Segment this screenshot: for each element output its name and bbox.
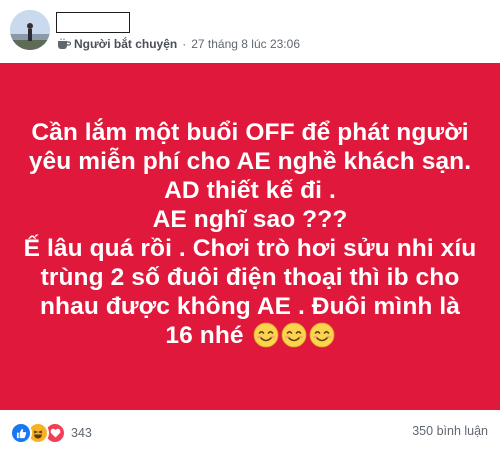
reaction-count[interactable]: 343 <box>71 426 92 440</box>
post-line: AD thiết kế đi . <box>164 177 336 204</box>
post-line: AE nghĩ sao ??? <box>152 206 348 233</box>
post-meta: Người bắt chuyện · 27 tháng 8 lúc 23:06 <box>57 36 300 52</box>
smiling-face-icon <box>281 322 306 348</box>
post-text: Cần lắm một buổi OFF để phát người yêu m… <box>0 118 500 350</box>
author-role: Người bắt chuyện <box>74 37 178 51</box>
comment-count[interactable]: 350 bình luận <box>412 424 488 438</box>
post-line: 16 nhé <box>165 322 244 349</box>
post-last-line: 16 nhé <box>0 321 500 350</box>
meta-separator: · <box>182 37 187 51</box>
post-footer: 343 350 bình luận <box>0 410 500 451</box>
avatar[interactable] <box>10 10 50 50</box>
coffee-cup-icon <box>58 38 71 49</box>
post-line: Ế lâu quá rồi . Chơi trò hơi sửu nhi xíu <box>23 235 477 262</box>
post-timestamp[interactable]: 27 tháng 8 lúc 23:06 <box>191 37 300 51</box>
smiling-face-icon <box>253 322 278 348</box>
author-name[interactable] <box>56 12 130 33</box>
post-header: Người bắt chuyện · 27 tháng 8 lúc 23:06 <box>0 0 500 63</box>
reactions-summary[interactable]: 343 <box>10 422 92 444</box>
like-icon <box>10 422 32 444</box>
post-line: trùng 2 số đuôi điện thoại thì ib cho <box>40 264 460 291</box>
post-line: Cần lắm một buổi OFF để phát người <box>31 119 469 146</box>
post-line: yêu miễn phí cho AE nghề khách sạn. <box>28 148 472 175</box>
smiling-face-icon <box>309 322 334 348</box>
post-content: Cần lắm một buổi OFF để phát người yêu m… <box>0 63 500 410</box>
post-line: nhau được không AE . Đuôi mình là <box>39 293 461 320</box>
